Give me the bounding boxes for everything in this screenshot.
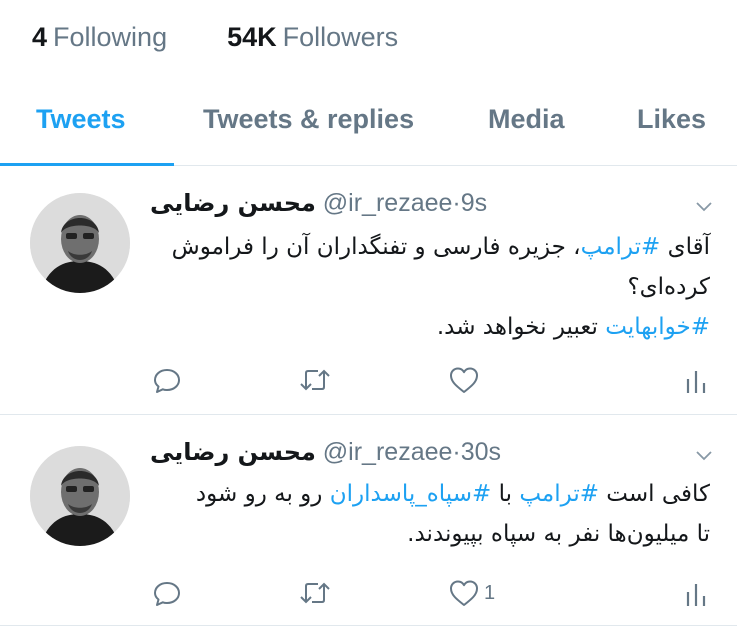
time-separator: · (452, 189, 461, 217)
tweet-line: کرده‌ای؟ (627, 274, 710, 300)
tab-tweets[interactable]: Tweets (36, 104, 126, 135)
like-button[interactable]: 1 (448, 576, 495, 610)
active-tab-indicator (0, 163, 174, 166)
text-segment: کافی است (599, 481, 710, 507)
text-segment: تعبیر نخواهد شد. (436, 314, 606, 340)
tweet-line: آقای #ترامپ، جزیره فارسی و تفنگداران آن … (150, 227, 710, 267)
hashtag-link[interactable]: #خوابهایت (605, 314, 710, 340)
like-icon (450, 367, 478, 393)
tweet[interactable]: محسن رضایی @ir_rezaee·9s آقای #ترامپ، جز… (0, 167, 737, 415)
avatar[interactable] (30, 193, 130, 293)
retweet-button[interactable] (298, 363, 332, 397)
tweet-header: محسن رضایی @ir_rezaee·30s (150, 438, 501, 467)
analytics-icon (686, 584, 706, 606)
chevron-down-icon[interactable] (693, 195, 715, 217)
tweet-actions: 1 (150, 576, 720, 610)
tweet-header: محسن رضایی @ir_rezaee·9s (150, 189, 487, 218)
analytics-button[interactable] (684, 363, 710, 397)
reply-icon (154, 582, 180, 606)
tab-likes[interactable]: Likes (637, 104, 706, 135)
handle[interactable]: @ir_rezaee (323, 189, 453, 217)
profile-stats: 4 Following 54K Followers (32, 22, 398, 53)
analytics-button[interactable] (684, 576, 710, 610)
tweet-actions (150, 363, 720, 397)
tweet-line: #خوابهایت تعبیر نخواهد شد. (150, 307, 710, 347)
followers-count: 54K (227, 22, 277, 52)
like-count: 1 (484, 581, 496, 604)
handle[interactable]: @ir_rezaee (323, 438, 453, 466)
retweet-button[interactable] (298, 576, 332, 610)
tweet-line: کافی است #ترامپ با #سپاه_پاسداران رو به … (150, 474, 710, 514)
tweet[interactable]: محسن رضایی @ir_rezaee·30s کافی است #ترام… (0, 416, 737, 626)
profile-tabs: Tweets Tweets & replies Media Likes (0, 98, 737, 166)
tweet-text: آقای #ترامپ، جزیره فارسی و تفنگداران آن … (150, 227, 710, 347)
retweet-icon (300, 582, 330, 604)
tweet-text: کافی است #ترامپ با #سپاه_پاسداران رو به … (150, 474, 710, 554)
hashtag-link[interactable]: #ترامپ (519, 481, 599, 507)
text-segment: رو به رو شود (195, 481, 330, 507)
reply-button[interactable] (152, 363, 182, 397)
time-separator: · (452, 438, 461, 466)
following-label: Following (53, 22, 168, 52)
text-segment: ، جزیره فارسی و تفنگداران آن را فراموش (171, 234, 581, 260)
following-count: 4 (32, 22, 48, 52)
reply-icon (154, 369, 180, 393)
retweet-icon (300, 369, 330, 391)
reply-button[interactable] (152, 576, 182, 610)
tab-tweets-replies[interactable]: Tweets & replies (203, 104, 414, 135)
avatar[interactable] (30, 446, 130, 546)
hashtag-link[interactable]: #سپاه_پاسداران (330, 481, 492, 507)
tweet-line: تا میلیون‌ها نفر به سپاه بپیوندند. (407, 521, 710, 547)
hashtag-link[interactable]: #ترامپ (581, 234, 661, 260)
chevron-down-icon[interactable] (693, 444, 715, 466)
tab-media[interactable]: Media (488, 104, 565, 135)
timestamp[interactable]: 30s (461, 438, 501, 466)
like-icon (450, 580, 478, 606)
followers-stat[interactable]: 54K Followers (227, 22, 398, 53)
display-name[interactable]: محسن رضایی (150, 438, 316, 466)
analytics-icon (686, 371, 706, 393)
like-button[interactable] (448, 363, 484, 397)
display-name[interactable]: محسن رضایی (150, 189, 316, 217)
timestamp[interactable]: 9s (461, 189, 487, 217)
text-segment: با (491, 481, 520, 507)
following-stat[interactable]: 4 Following (32, 22, 167, 53)
followers-label: Followers (282, 22, 399, 52)
text-segment: آقای (660, 234, 710, 260)
